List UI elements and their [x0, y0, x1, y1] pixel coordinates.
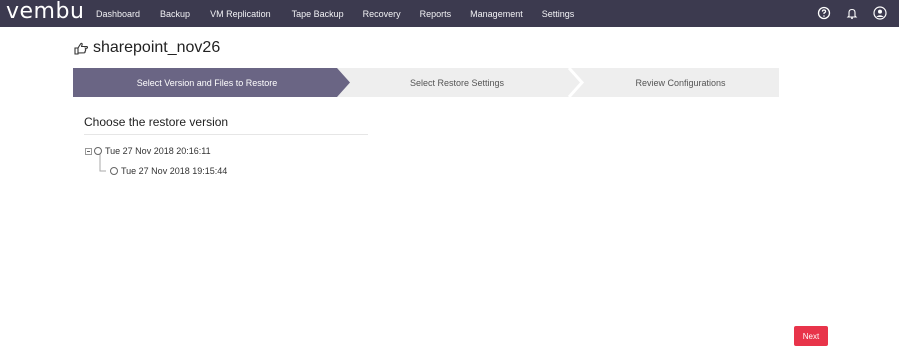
next-button[interactable]: Next	[794, 326, 828, 346]
help-icon[interactable]	[817, 6, 831, 20]
top-icons	[817, 6, 887, 20]
page-title-text: sharepoint_nov26	[93, 39, 221, 56]
main-nav: Dashboard Backup VM Replication Tape Bac…	[96, 0, 574, 27]
nav-vm-replication[interactable]: VM Replication	[210, 9, 271, 19]
restore-version-heading: Choose the restore version	[84, 115, 229, 129]
nav-settings[interactable]: Settings	[542, 9, 575, 19]
wizard-step-select-version[interactable]: Select Version and Files to Restore	[73, 68, 341, 97]
bell-icon[interactable]	[845, 6, 859, 20]
nav-tape-backup[interactable]: Tape Backup	[292, 9, 344, 19]
nav-backup[interactable]: Backup	[160, 9, 190, 19]
wizard-step-review-configurations[interactable]: Review Configurations	[582, 68, 779, 97]
tree-connector	[99, 154, 106, 172]
version-label: Tue 27 Nov 2018 19:15:44	[121, 166, 228, 176]
vembu-logo[interactable]: vembu	[6, 1, 84, 23]
page-title: sharepoint_nov26	[73, 39, 220, 57]
nav-reports[interactable]: Reports	[420, 9, 452, 19]
collapse-toggle-icon[interactable]	[85, 147, 92, 155]
divider	[84, 134, 368, 135]
radio-version-1[interactable]	[94, 147, 102, 155]
version-label: Tue 27 Nov 2018 20:16:11	[105, 146, 211, 156]
nav-management[interactable]: Management	[470, 9, 523, 19]
user-icon[interactable]	[873, 6, 887, 20]
restore-wizard: Select Version and Files to Restore Sele…	[73, 68, 779, 97]
wizard-step-restore-settings[interactable]: Select Restore Settings	[350, 68, 564, 97]
radio-version-2[interactable]	[110, 167, 118, 175]
nav-dashboard[interactable]: Dashboard	[96, 9, 140, 19]
nav-recovery[interactable]: Recovery	[363, 9, 401, 19]
top-navbar: vembu Dashboard Backup VM Replication Ta…	[0, 0, 899, 27]
tree-node-version-1[interactable]: Tue 27 Nov 2018 20:16:11	[85, 146, 211, 156]
pointing-hand-icon	[74, 42, 89, 55]
wizard-step-separator	[567, 68, 585, 97]
tree-node-version-2[interactable]: Tue 27 Nov 2018 19:15:44	[110, 166, 227, 176]
